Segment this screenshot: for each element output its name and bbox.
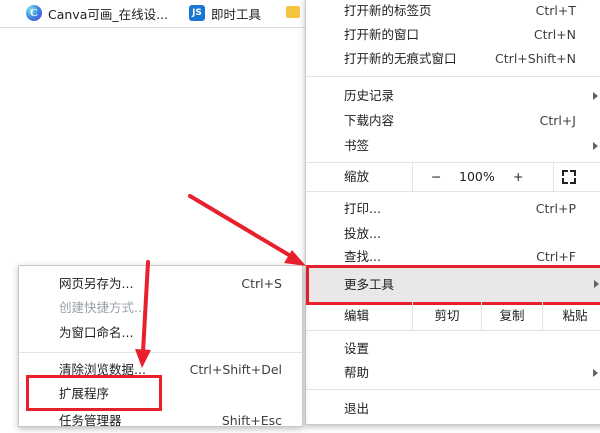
menu-divider <box>306 76 600 77</box>
canva-logo-icon: C <box>26 5 42 21</box>
menu-divider <box>19 352 302 353</box>
menu-item-settings[interactable]: 设置 <box>306 337 600 361</box>
shortcut-text: Ctrl+Shift+N <box>495 51 576 66</box>
menu-item-label: 投放... <box>344 226 381 241</box>
chrome-main-menu: 打开新的标签页 Ctrl+T 打开新的窗口 Ctrl+N 打开新的无痕式窗口 C… <box>305 0 600 425</box>
shortcut-text: Ctrl+Shift+Del <box>189 362 282 377</box>
menu-item-label: 设置 <box>344 341 370 356</box>
submenu-item-name-window[interactable]: 为窗口命名... <box>19 321 302 345</box>
menu-item-label: 书签 <box>344 138 370 153</box>
bookmark-canva[interactable]: C Canva可画_在线设... <box>26 4 168 22</box>
menu-item-label: 帮助 <box>344 365 370 380</box>
menu-item-exit[interactable]: 退出 <box>306 397 600 421</box>
shortcut-text: Ctrl+S <box>241 276 282 291</box>
menu-item-more-tools[interactable]: 更多工具 <box>306 265 600 305</box>
menu-item-print[interactable]: 打印... Ctrl+P <box>306 197 600 221</box>
submenu-item-label: 网页另存为... <box>59 276 134 291</box>
menu-item-label: 打开新的窗口 <box>344 27 420 42</box>
menu-item-new-window[interactable]: 打开新的窗口 Ctrl+N <box>306 23 600 47</box>
paste-button[interactable]: 粘贴 <box>542 302 600 330</box>
shortcut-text: Ctrl+N <box>533 27 576 42</box>
bookmark-label: Canva可画_在线设... <box>48 6 169 22</box>
menu-item-label: 更多工具 <box>344 277 395 292</box>
jishi-logo-icon: JS <box>189 5 205 21</box>
menu-item-label: 退出 <box>344 401 370 416</box>
submenu-item-label: 任务管理器 <box>59 413 122 428</box>
shortcut-text: Ctrl+J <box>539 113 576 128</box>
submenu-arrow-icon <box>594 280 599 288</box>
menu-item-new-incognito[interactable]: 打开新的无痕式窗口 Ctrl+Shift+N <box>306 47 600 71</box>
submenu-arrow-icon <box>593 92 598 100</box>
menu-item-label: 打印... <box>344 201 381 216</box>
zoom-out-button[interactable]: − <box>431 163 441 191</box>
submenu-item-label: 创建快捷方式... <box>59 300 146 315</box>
menu-divider <box>306 389 600 390</box>
menu-item-cast[interactable]: 投放... <box>306 222 600 246</box>
menu-item-new-tab[interactable]: 打开新的标签页 Ctrl+T <box>306 0 600 23</box>
menu-item-label: 打开新的无痕式窗口 <box>344 51 457 66</box>
shortcut-text: Ctrl+P <box>535 201 576 216</box>
menu-item-label: 打开新的标签页 <box>344 3 432 18</box>
submenu-item-label: 为窗口命名... <box>59 325 134 340</box>
edit-label: 编辑 <box>344 308 370 323</box>
bookmark-label: 即时工具 <box>211 6 262 22</box>
menu-item-label: 下载内容 <box>344 113 395 128</box>
extensions-highlight-box <box>26 375 162 411</box>
submenu-item-create-shortcut: 创建快捷方式... <box>19 296 302 320</box>
submenu-arrow-icon <box>593 142 598 150</box>
submenu-item-save-page[interactable]: 网页另存为... Ctrl+S <box>19 272 302 296</box>
menu-item-label: 历史记录 <box>344 88 395 103</box>
submenu-arrow-icon <box>593 369 598 377</box>
more-tools-submenu: 网页另存为... Ctrl+S 创建快捷方式... 为窗口命名... 清除浏览数… <box>18 265 303 428</box>
zoom-label: 缩放 <box>344 169 370 184</box>
folder-icon[interactable] <box>286 6 300 18</box>
copy-button[interactable]: 复制 <box>481 302 542 330</box>
menu-item-bookmarks[interactable]: 书签 <box>306 134 600 158</box>
fullscreen-icon[interactable] <box>562 170 576 184</box>
zoom-level: 100% <box>459 169 495 184</box>
submenu-item-task-manager[interactable]: 任务管理器 Shift+Esc <box>19 409 302 433</box>
menu-item-history[interactable]: 历史记录 <box>306 84 600 108</box>
zoom-controls: − 100% + <box>412 163 554 191</box>
shortcut-text: Shift+Esc <box>221 413 282 428</box>
zoom-in-button[interactable]: + <box>513 163 523 191</box>
bookmark-jishi[interactable]: JS 即时工具 <box>189 4 261 22</box>
arrow-to-more-tools-icon <box>188 194 306 266</box>
menu-item-downloads[interactable]: 下载内容 Ctrl+J <box>306 109 600 133</box>
zoom-row: 缩放 − 100% + <box>306 162 600 192</box>
cut-button[interactable]: 剪切 <box>412 302 481 330</box>
menu-item-help[interactable]: 帮助 <box>306 361 600 385</box>
edit-row: 编辑 剪切 复制 粘贴 <box>306 302 600 331</box>
shortcut-text: Ctrl+T <box>535 3 576 18</box>
